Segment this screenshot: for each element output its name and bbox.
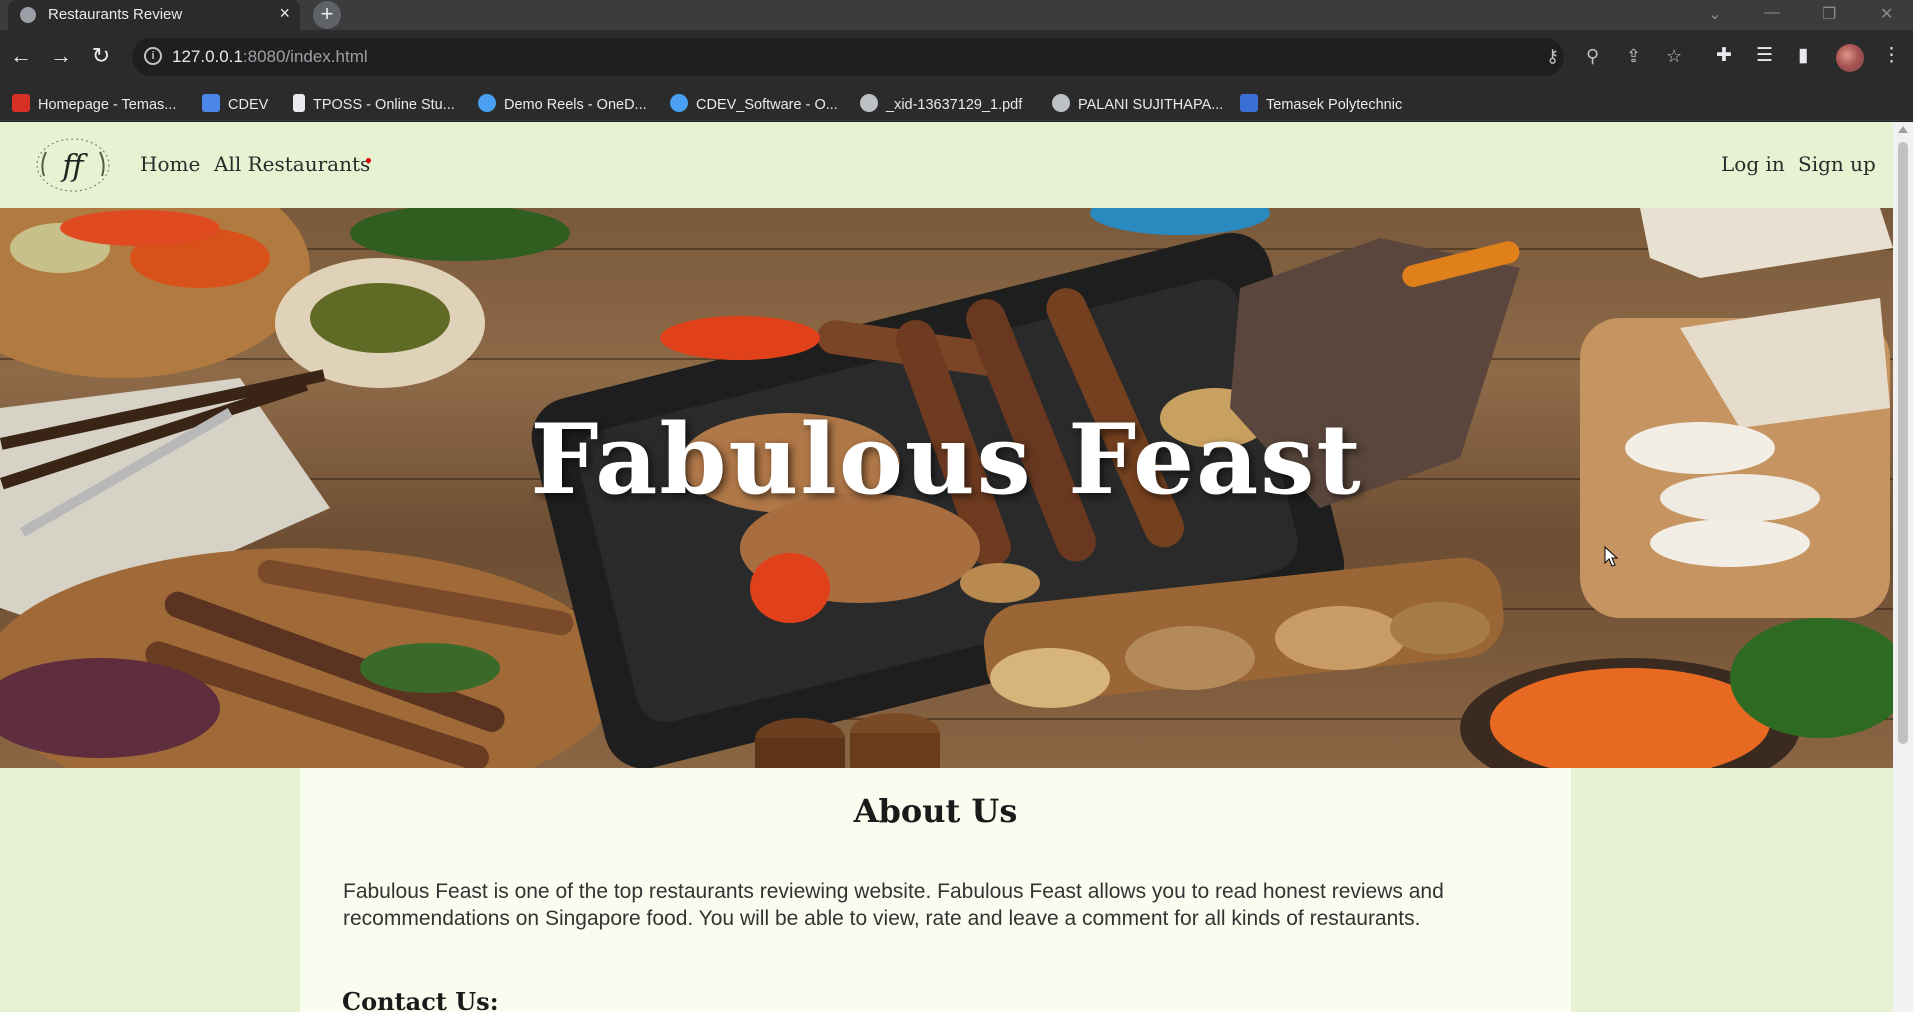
nav-login-link[interactable]: Log in — [1721, 152, 1785, 176]
share-icon[interactable]: ⇪ — [1626, 46, 1641, 67]
bb-icon — [1240, 94, 1258, 112]
video-icon — [202, 94, 220, 112]
bookmark-label: _xid-13637129_1.pdf — [886, 97, 1023, 113]
bookmark-label: Temasek Polytechnic — [1266, 97, 1403, 113]
tab-title: Restaurants Review — [48, 6, 183, 23]
back-arrow-icon[interactable]: ← — [9, 44, 33, 68]
url-path: :8080/index.html — [242, 47, 368, 66]
fabulous-feast-logo[interactable]: ff — [34, 136, 112, 194]
key-icon[interactable]: ⚷ — [1546, 46, 1559, 67]
grilled-potato — [1125, 626, 1255, 690]
page-viewport: ff Home All Restaurants Log in Sign up F… — [0, 122, 1893, 1012]
address-bar[interactable]: i 127.0.0.1:8080/index.html ⚷ ⚲ ⇪ ☆ — [132, 38, 1682, 76]
pepper-mill-body — [850, 733, 940, 768]
bookmarks-bar: Homepage - Temas... CDEV TPOSS - Online … — [0, 86, 1913, 121]
pepper-mill-body — [755, 738, 845, 768]
bookmark-tposs[interactable]: TPOSS - Online Stu... — [293, 94, 455, 113]
cloud-icon — [478, 94, 496, 112]
red-dot-marker — [366, 158, 371, 163]
grilled-potato — [1390, 602, 1490, 654]
bookmark-palani[interactable]: PALANI SUJITHAPA... — [1052, 94, 1223, 113]
extensions-icon[interactable]: ✚ — [1716, 44, 1732, 67]
mouse-cursor-icon — [1604, 546, 1618, 567]
grilled-pepper — [750, 553, 830, 623]
pita-bread — [1640, 208, 1893, 278]
globe-icon — [20, 7, 36, 23]
contact-us-heading: Contact Us: — [342, 987, 499, 1012]
bookmark-label: Demo Reels - OneD... — [504, 97, 647, 113]
parsley — [360, 643, 500, 693]
page-scrollbar[interactable] — [1893, 122, 1913, 1012]
tp-icon — [12, 94, 30, 112]
grilled-pepper — [660, 316, 820, 360]
logo-text: ff — [60, 149, 88, 184]
window-close-icon[interactable]: ✕ — [1880, 4, 1893, 24]
bookmark-demo-reels[interactable]: Demo Reels - OneD... — [478, 94, 647, 113]
bookmark-label: CDEV_Software - O... — [696, 97, 838, 113]
bookmark-label: PALANI SUJITHAPA... — [1078, 97, 1224, 113]
about-section: About Us Fabulous Feast is one of the to… — [300, 768, 1571, 1012]
menu-kebab-icon[interactable]: ⋮ — [1882, 44, 1901, 67]
grilled-potato — [990, 648, 1110, 708]
reload-icon[interactable]: ↻ — [89, 44, 113, 68]
document-icon — [293, 94, 305, 112]
bookmark-star-icon[interactable]: ☆ — [1666, 46, 1682, 67]
hero-banner: Fabulous Feast — [0, 208, 1893, 768]
bookmark-label: Homepage - Temas... — [38, 97, 177, 113]
about-us-heading: About Us — [853, 792, 1018, 830]
tab-restaurants-review[interactable]: Restaurants Review × — [8, 0, 300, 30]
bookmark-label: CDEV — [228, 97, 269, 113]
grilled-potato — [1275, 606, 1405, 670]
nav-signup-link[interactable]: Sign up — [1798, 152, 1876, 176]
url-host: 127.0.0.1 — [172, 47, 243, 66]
minimize-icon[interactable]: — — [1764, 4, 1780, 22]
side-panel-icon[interactable]: ▮ — [1798, 44, 1808, 67]
nav-all-restaurants-link[interactable]: All Restaurants — [214, 152, 370, 176]
chevron-down-icon[interactable]: ⌄ — [1708, 4, 1721, 24]
bookmark-homepage[interactable]: Homepage - Temas... — [12, 94, 176, 113]
browser-toolbar: ← → ↻ i 127.0.0.1:8080/index.html ⚷ ⚲ ⇪ … — [0, 30, 1913, 86]
tab-strip: Restaurants Review × + ⌄ — ❐ ✕ — [0, 0, 1913, 30]
forward-arrow-icon[interactable]: → — [49, 44, 73, 68]
zoom-icon[interactable]: ⚲ — [1586, 46, 1599, 67]
bread-slice — [1650, 519, 1810, 567]
scrollbar-thumb[interactable] — [1898, 142, 1908, 744]
about-us-text: Fabulous Feast is one of the top restaur… — [343, 880, 1444, 930]
pickles — [310, 283, 450, 353]
close-tab-icon[interactable]: × — [279, 3, 290, 24]
new-tab-button[interactable]: + — [313, 1, 341, 29]
reading-list-icon[interactable]: ☰ — [1756, 44, 1773, 67]
bookmark-cdev[interactable]: CDEV — [202, 94, 268, 113]
globe-icon — [1052, 94, 1070, 112]
grilled-potato — [960, 563, 1040, 603]
cloud-icon — [670, 94, 688, 112]
globe-icon — [860, 94, 878, 112]
bookmark-temasek[interactable]: Temasek Polytechnic — [1240, 94, 1402, 113]
site-navbar: ff Home All Restaurants Log in Sign up — [0, 122, 1893, 208]
site-info-icon[interactable]: i — [144, 47, 162, 65]
profile-avatar[interactable] — [1836, 44, 1864, 72]
scroll-up-arrow-icon[interactable] — [1898, 126, 1908, 133]
restore-icon[interactable]: ❐ — [1822, 4, 1836, 24]
blue-bowl — [1090, 208, 1270, 235]
leafy-greens — [350, 208, 570, 261]
bookmark-label: TPOSS - Online Stu... — [313, 97, 455, 113]
nav-home-link[interactable]: Home — [140, 152, 200, 176]
bookmark-cdev-software[interactable]: CDEV_Software - O... — [670, 94, 838, 113]
url-text: 127.0.0.1:8080/index.html — [172, 47, 368, 67]
roasted-pepper — [60, 210, 220, 246]
bookmark-pdf[interactable]: _xid-13637129_1.pdf — [860, 94, 1022, 113]
hero-title: Fabulous Feast — [530, 403, 1363, 516]
